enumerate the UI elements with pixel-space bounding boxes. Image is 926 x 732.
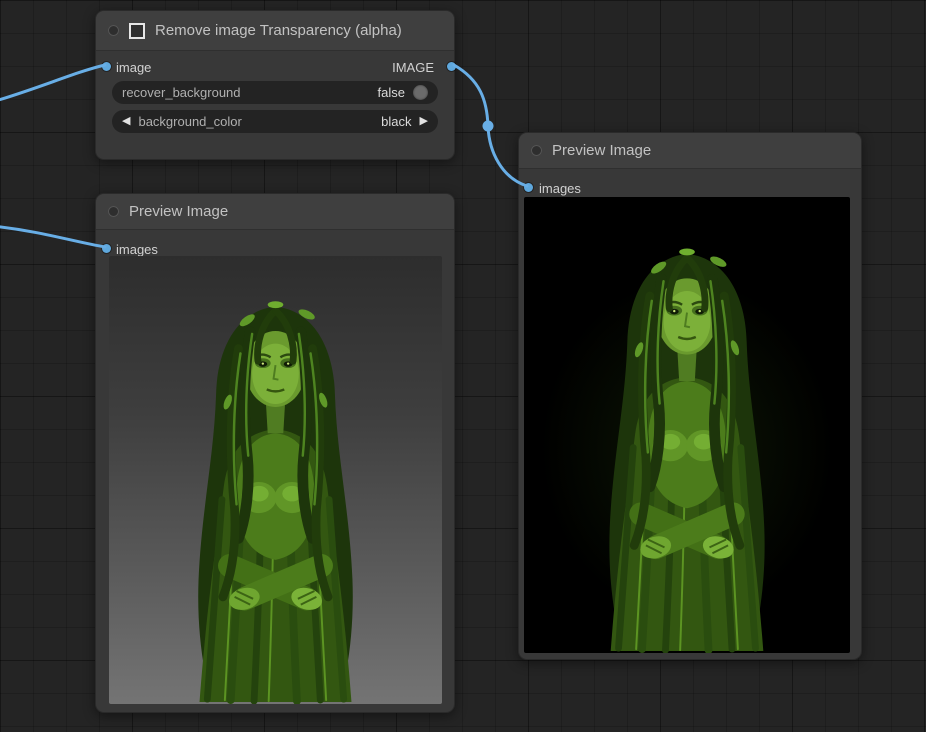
input-label-images: images	[116, 242, 158, 257]
combo-right-arrow-icon[interactable]: ▶	[420, 116, 428, 127]
widget-value: false	[378, 85, 405, 100]
widget-value: black	[381, 114, 411, 129]
preview-image-figure	[109, 256, 442, 704]
input-label-image: image	[116, 60, 151, 75]
preview-image	[524, 197, 850, 653]
combo-left-arrow-icon[interactable]: ◀	[122, 116, 130, 127]
collapse-dot-icon[interactable]	[108, 25, 119, 36]
output-label-image: IMAGE	[392, 60, 434, 75]
node-title-bar[interactable]: Preview Image	[519, 133, 861, 169]
io-row: images	[116, 241, 158, 257]
node-graph-canvas[interactable]: Remove image Transparency (alpha) image …	[0, 0, 926, 732]
collapse-dot-icon[interactable]	[531, 145, 542, 156]
node-title: Preview Image	[552, 142, 651, 159]
preview-image	[109, 256, 442, 704]
node-remove-image-transparency[interactable]: Remove image Transparency (alpha) image …	[95, 10, 455, 160]
io-row: image IMAGE	[116, 59, 434, 75]
node-title: Remove image Transparency (alpha)	[155, 22, 402, 39]
node-preview-image-left[interactable]: Preview Image images	[95, 193, 455, 713]
widget-recover-background[interactable]: recover_background false	[112, 81, 438, 104]
toggle-knob-icon[interactable]	[413, 85, 428, 100]
link-to-image-input[interactable]	[0, 65, 105, 102]
link-image-to-preview-right[interactable]	[454, 65, 527, 186]
preview-image-figure	[524, 197, 850, 653]
widget-background-color[interactable]: ◀ background_color black ▶	[112, 110, 438, 133]
node-title-bar[interactable]: Preview Image	[96, 194, 454, 230]
input-label-images: images	[539, 181, 581, 196]
node-title: Preview Image	[129, 203, 228, 220]
node-box-icon	[129, 23, 145, 39]
node-title-bar[interactable]: Remove image Transparency (alpha)	[96, 11, 454, 51]
collapse-dot-icon[interactable]	[108, 206, 119, 217]
node-preview-image-right[interactable]: Preview Image images	[518, 132, 862, 660]
widget-label: recover_background	[122, 85, 378, 100]
io-row: images	[539, 180, 581, 196]
link-to-preview-left-images[interactable]	[0, 226, 105, 247]
widget-label: background_color	[138, 114, 381, 129]
